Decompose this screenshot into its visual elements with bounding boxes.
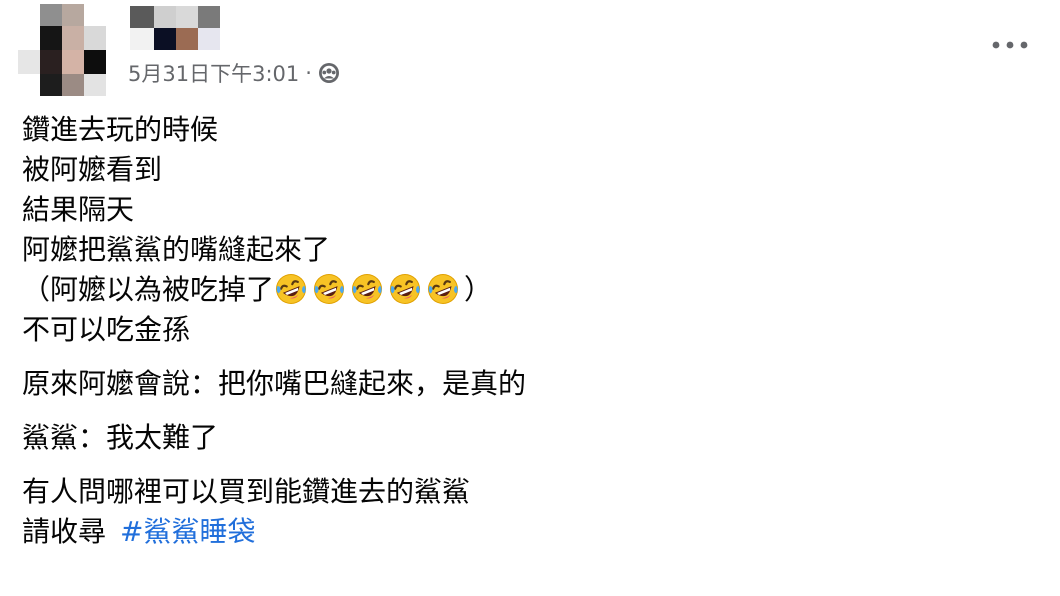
post-line-1: 鑽進去玩的時候: [22, 113, 219, 146]
post-paragraph-4-line-1: 有人問哪裡可以買到能鑽進去的鯊鯊: [22, 475, 471, 508]
paren-close: ）: [464, 273, 493, 306]
post-line-5: （阿嬤以為被吃掉了 ）: [22, 270, 1032, 310]
paren-text: （阿嬤以為被吃掉了: [22, 273, 275, 306]
post-meta: 5月31日下午3:01 ·: [128, 58, 340, 88]
post-line-2: 被阿嬤看到: [22, 153, 163, 186]
post-line-4: 阿嬤把鯊鯊的嘴縫起來了: [22, 233, 331, 266]
rolling-on-floor-laughing-emoji: [274, 272, 308, 306]
post-header: 5月31日下午3:01 ·: [0, 0, 1060, 100]
emoji-row: [274, 273, 464, 306]
avatar[interactable]: [18, 4, 110, 96]
rolling-on-floor-laughing-emoji: [350, 272, 384, 306]
search-prefix: 請收尋: [22, 515, 107, 548]
post-paragraph-4-line-2: 請收尋 #鯊鯊睡袋: [22, 512, 1032, 552]
public-globe-icon[interactable]: [318, 62, 340, 84]
author-name-redacted[interactable]: [130, 4, 222, 50]
meta-separator: ·: [305, 61, 312, 85]
post-paragraph-3: 鯊鯊：我太難了: [22, 421, 219, 454]
hashtag-link[interactable]: #鯊鯊睡袋: [120, 515, 255, 548]
more-options-button[interactable]: [988, 28, 1032, 62]
rolling-on-floor-laughing-emoji: [426, 272, 460, 306]
post-timestamp[interactable]: 5月31日下午3:01: [128, 58, 299, 88]
post-line-6: 不可以吃金孫: [22, 313, 191, 346]
post-paragraph-2: 原來阿嬤會說：把你嘴巴縫起來，是真的: [22, 367, 527, 400]
post-line-3: 結果隔天: [22, 193, 135, 226]
rolling-on-floor-laughing-emoji: [312, 272, 346, 306]
post-body: 鑽進去玩的時候 被阿嬤看到 結果隔天 阿嬤把鯊鯊的嘴縫起來了 （阿嬤以為被吃掉了…: [22, 110, 1032, 552]
rolling-on-floor-laughing-emoji: [388, 272, 422, 306]
more-options-icon: [992, 41, 1028, 49]
